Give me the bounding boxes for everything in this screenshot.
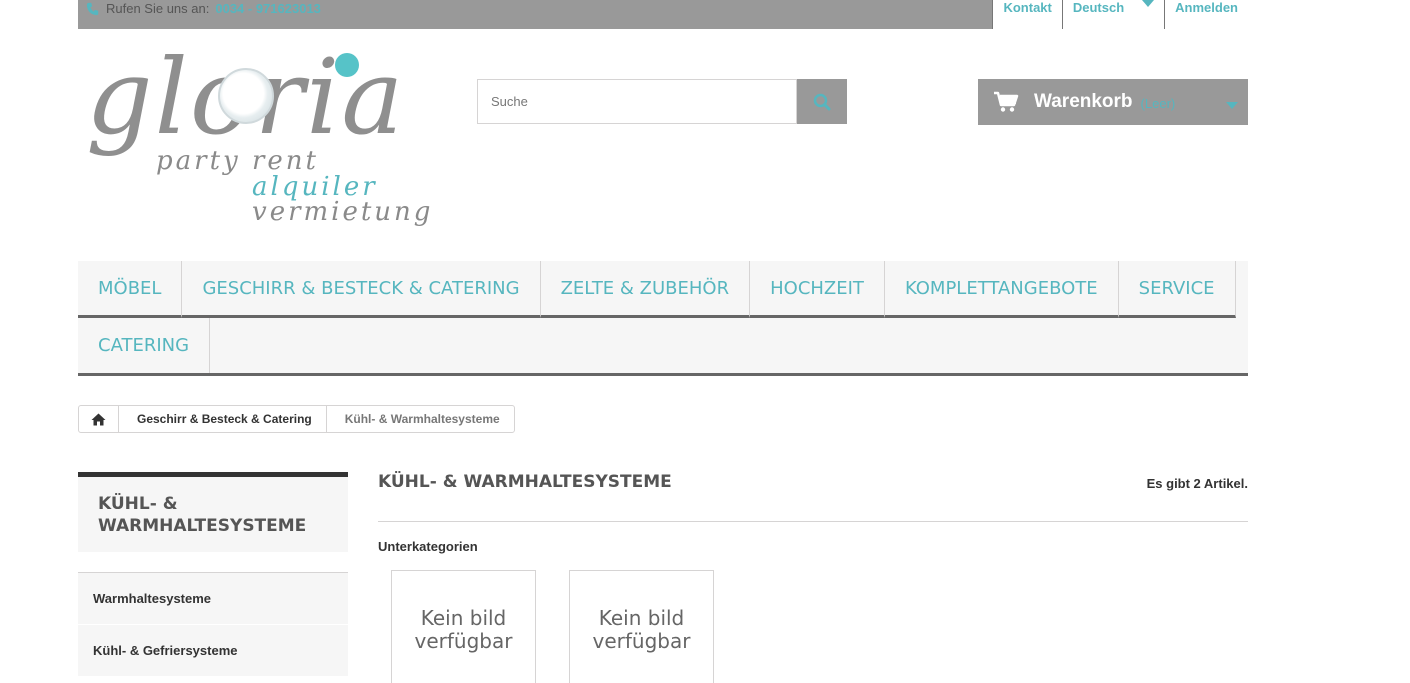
top-links: Kontakt Deutsch Anmelden	[992, 0, 1248, 29]
menu-item-hochzeit[interactable]: HOCHZEIT	[750, 261, 885, 318]
menu-row: MÖBEL GESCHIRR & BESTECK & CATERING ZELT…	[78, 261, 1236, 318]
menu-item-geschirr[interactable]: GESCHIRR & BESTECK & CATERING	[182, 261, 541, 318]
subcategory-thumbnail[interactable]: Kein bild verfügbar	[391, 570, 536, 683]
contact-label: Kontakt	[1003, 0, 1052, 15]
breadcrumb-current: Kühl- & Warmhaltesysteme	[344, 412, 500, 426]
language-label: Deutsch	[1072, 0, 1125, 15]
cart-label: Warenkorb	[1034, 91, 1133, 112]
breadcrumb: Geschirr & Besteck & Catering Kühl- & Wa…	[78, 405, 515, 433]
logo-dot	[335, 53, 359, 77]
cart-icon	[994, 91, 1019, 112]
sidebar-item-kuehlsysteme[interactable]: Kühl- & Gefriersysteme	[78, 625, 348, 677]
phone-info: Rufen Sie uns an: 0034 - 971623013	[86, 1, 321, 16]
search-form	[477, 79, 847, 124]
phone-number[interactable]: 0034 - 971623013	[215, 1, 321, 16]
search-button[interactable]	[797, 79, 847, 124]
sidebar-title-line1: KÜHL- &	[98, 494, 178, 514]
home-icon	[91, 413, 106, 425]
logo[interactable]: gloria party rent alquiler vermietung	[86, 42, 434, 233]
product-count: Es gibt 2 Artikel.	[1146, 476, 1248, 491]
no-image-line2: verfügbar	[414, 629, 513, 653]
login-link[interactable]: Anmelden	[1164, 0, 1248, 29]
breadcrumb-crumb[interactable]: Geschirr & Besteck & Catering	[119, 406, 327, 432]
no-image-line1: Kein bild	[420, 606, 507, 630]
search-icon	[813, 93, 831, 110]
chevron-down-icon	[1142, 0, 1155, 7]
menu-item-service[interactable]: SERVICE	[1118, 261, 1236, 318]
chevron-down-icon	[1226, 102, 1238, 109]
page-title: KÜHL- & WARMHALTESYSTEME	[378, 472, 672, 492]
top-bar: Rufen Sie uns an: 0034 - 971623013 Konta…	[78, 0, 1248, 29]
no-image-line2: verfügbar	[592, 629, 691, 653]
menu-item-catering[interactable]: CATERING	[78, 318, 211, 373]
login-label: Anmelden	[1175, 0, 1238, 15]
cart-button[interactable]: Warenkorb (Leer)	[978, 79, 1248, 125]
breadcrumb-home[interactable]	[79, 406, 119, 432]
menu-item-moebel[interactable]: MÖBEL	[78, 261, 183, 318]
menu-item-zelte[interactable]: ZELTE & ZUBEHÖR	[540, 261, 751, 318]
logo-line-3: vermietung	[252, 197, 434, 227]
menu-row: CATERING	[78, 318, 211, 375]
sidebar-list: Warmhaltesysteme Kühl- & Gefriersysteme	[78, 572, 348, 677]
plate-graphic	[218, 68, 274, 124]
sidebar-title: KÜHL- & WARMHALTESYSTEME	[78, 472, 348, 552]
sidebar-title-line2: WARMHALTESYSTEME	[98, 516, 307, 536]
phone-icon	[86, 2, 99, 15]
main-menu: MÖBEL GESCHIRR & BESTECK & CATERING ZELT…	[78, 261, 1248, 376]
phone-prefix: Rufen Sie uns an:	[106, 1, 210, 16]
subcategories-label: Unterkategorien	[378, 539, 478, 554]
menu-item-komplettangebote[interactable]: KOMPLETTANGEBOTE	[884, 261, 1119, 318]
language-select[interactable]: Deutsch	[1061, 0, 1165, 29]
no-image-line1: Kein bild	[598, 606, 685, 630]
search-input[interactable]	[477, 79, 797, 124]
sidebar-item-warmhaltesysteme[interactable]: Warmhaltesysteme	[78, 573, 348, 625]
contact-link[interactable]: Kontakt	[992, 0, 1062, 29]
subcategory-thumbnail[interactable]: Kein bild verfügbar	[569, 570, 714, 683]
divider	[378, 521, 1248, 522]
page: Rufen Sie uns an: 0034 - 971623013 Konta…	[0, 0, 1410, 683]
cart-empty-label: (Leer)	[1140, 96, 1176, 111]
